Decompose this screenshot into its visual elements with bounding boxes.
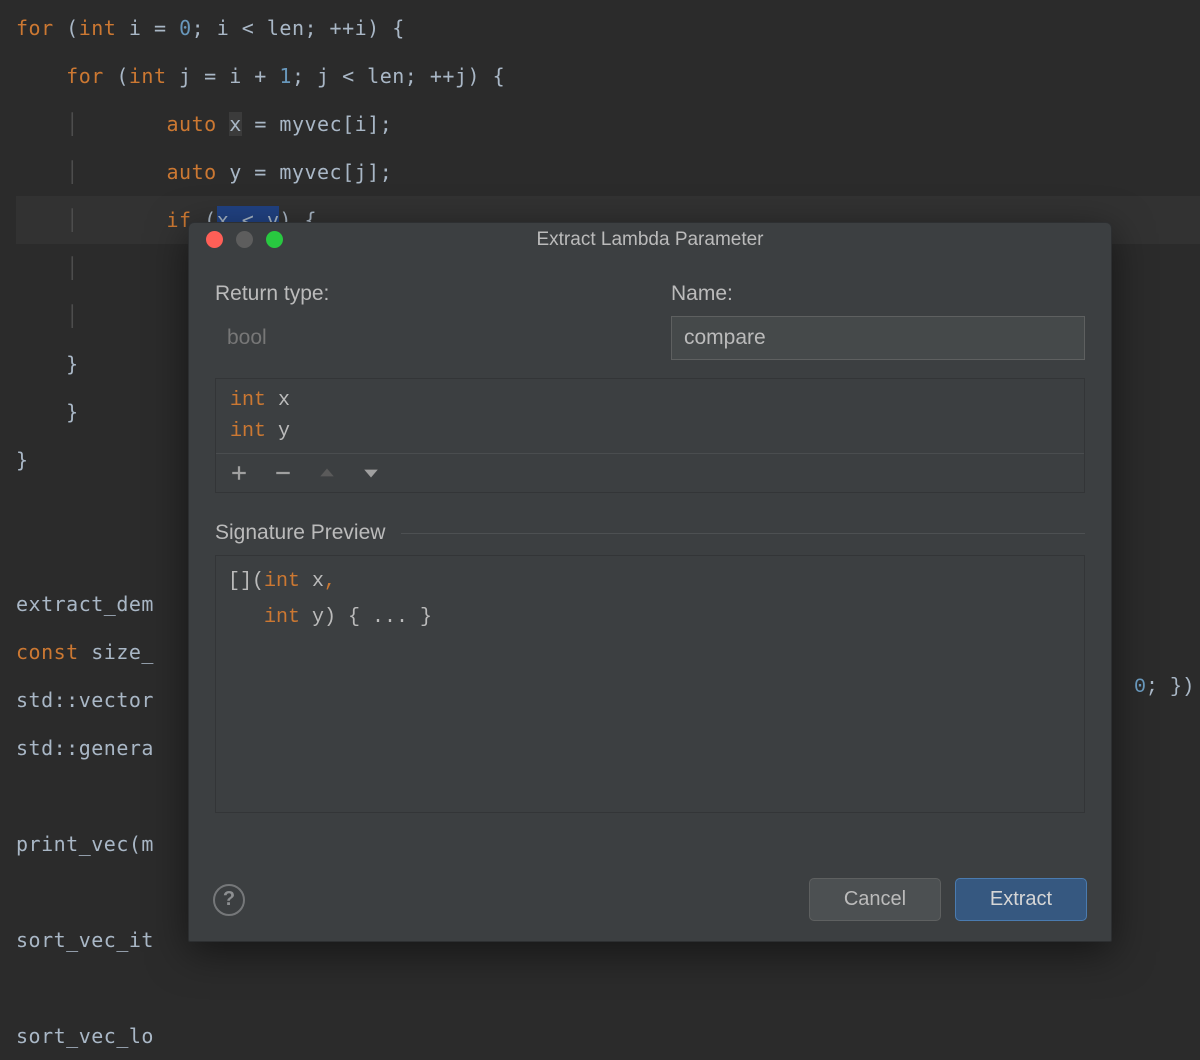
code-line[interactable]: │ auto y = myvec[j]; [16, 148, 1200, 196]
code-line[interactable]: sort_vec_lo [16, 1012, 1200, 1060]
dialog-titlebar: Extract Lambda Parameter [189, 223, 1111, 256]
minimize-icon [236, 231, 253, 248]
code-fragment: 0; }) [1134, 676, 1194, 699]
code-line[interactable] [16, 964, 1200, 1012]
move-down-icon[interactable] [360, 462, 382, 484]
parameter-list[interactable]: int xint y [215, 378, 1085, 493]
code-line[interactable]: for (int i = 0; i < len; ++i) { [16, 4, 1200, 52]
code-line[interactable]: for (int j = i + 1; j < len; ++j) { [16, 52, 1200, 100]
return-type-label: Return type: [215, 282, 671, 306]
name-label: Name: [671, 282, 1085, 306]
window-controls [189, 231, 283, 248]
cancel-button[interactable]: Cancel [809, 878, 941, 921]
divider [401, 533, 1085, 534]
extract-button[interactable]: Extract [955, 878, 1087, 921]
close-icon[interactable] [206, 231, 223, 248]
code-line[interactable]: │ auto x = myvec[i]; [16, 100, 1200, 148]
return-type-value: bool [215, 326, 671, 350]
dialog-title: Extract Lambda Parameter [189, 229, 1111, 251]
parameter-row[interactable]: int x [216, 385, 1084, 416]
signature-preview: [](int x, int y) { ... } [215, 555, 1085, 813]
parameter-row[interactable]: int y [216, 416, 1084, 447]
remove-icon[interactable] [272, 462, 294, 484]
signature-preview-label: Signature Preview [215, 521, 385, 545]
move-up-icon [316, 462, 338, 484]
parameter-toolbar [216, 453, 1084, 492]
add-icon[interactable] [228, 462, 250, 484]
extract-lambda-dialog: Extract Lambda Parameter Return type: Na… [188, 222, 1112, 942]
help-button[interactable]: ? [213, 884, 245, 916]
zoom-icon[interactable] [266, 231, 283, 248]
name-input[interactable] [671, 316, 1085, 360]
